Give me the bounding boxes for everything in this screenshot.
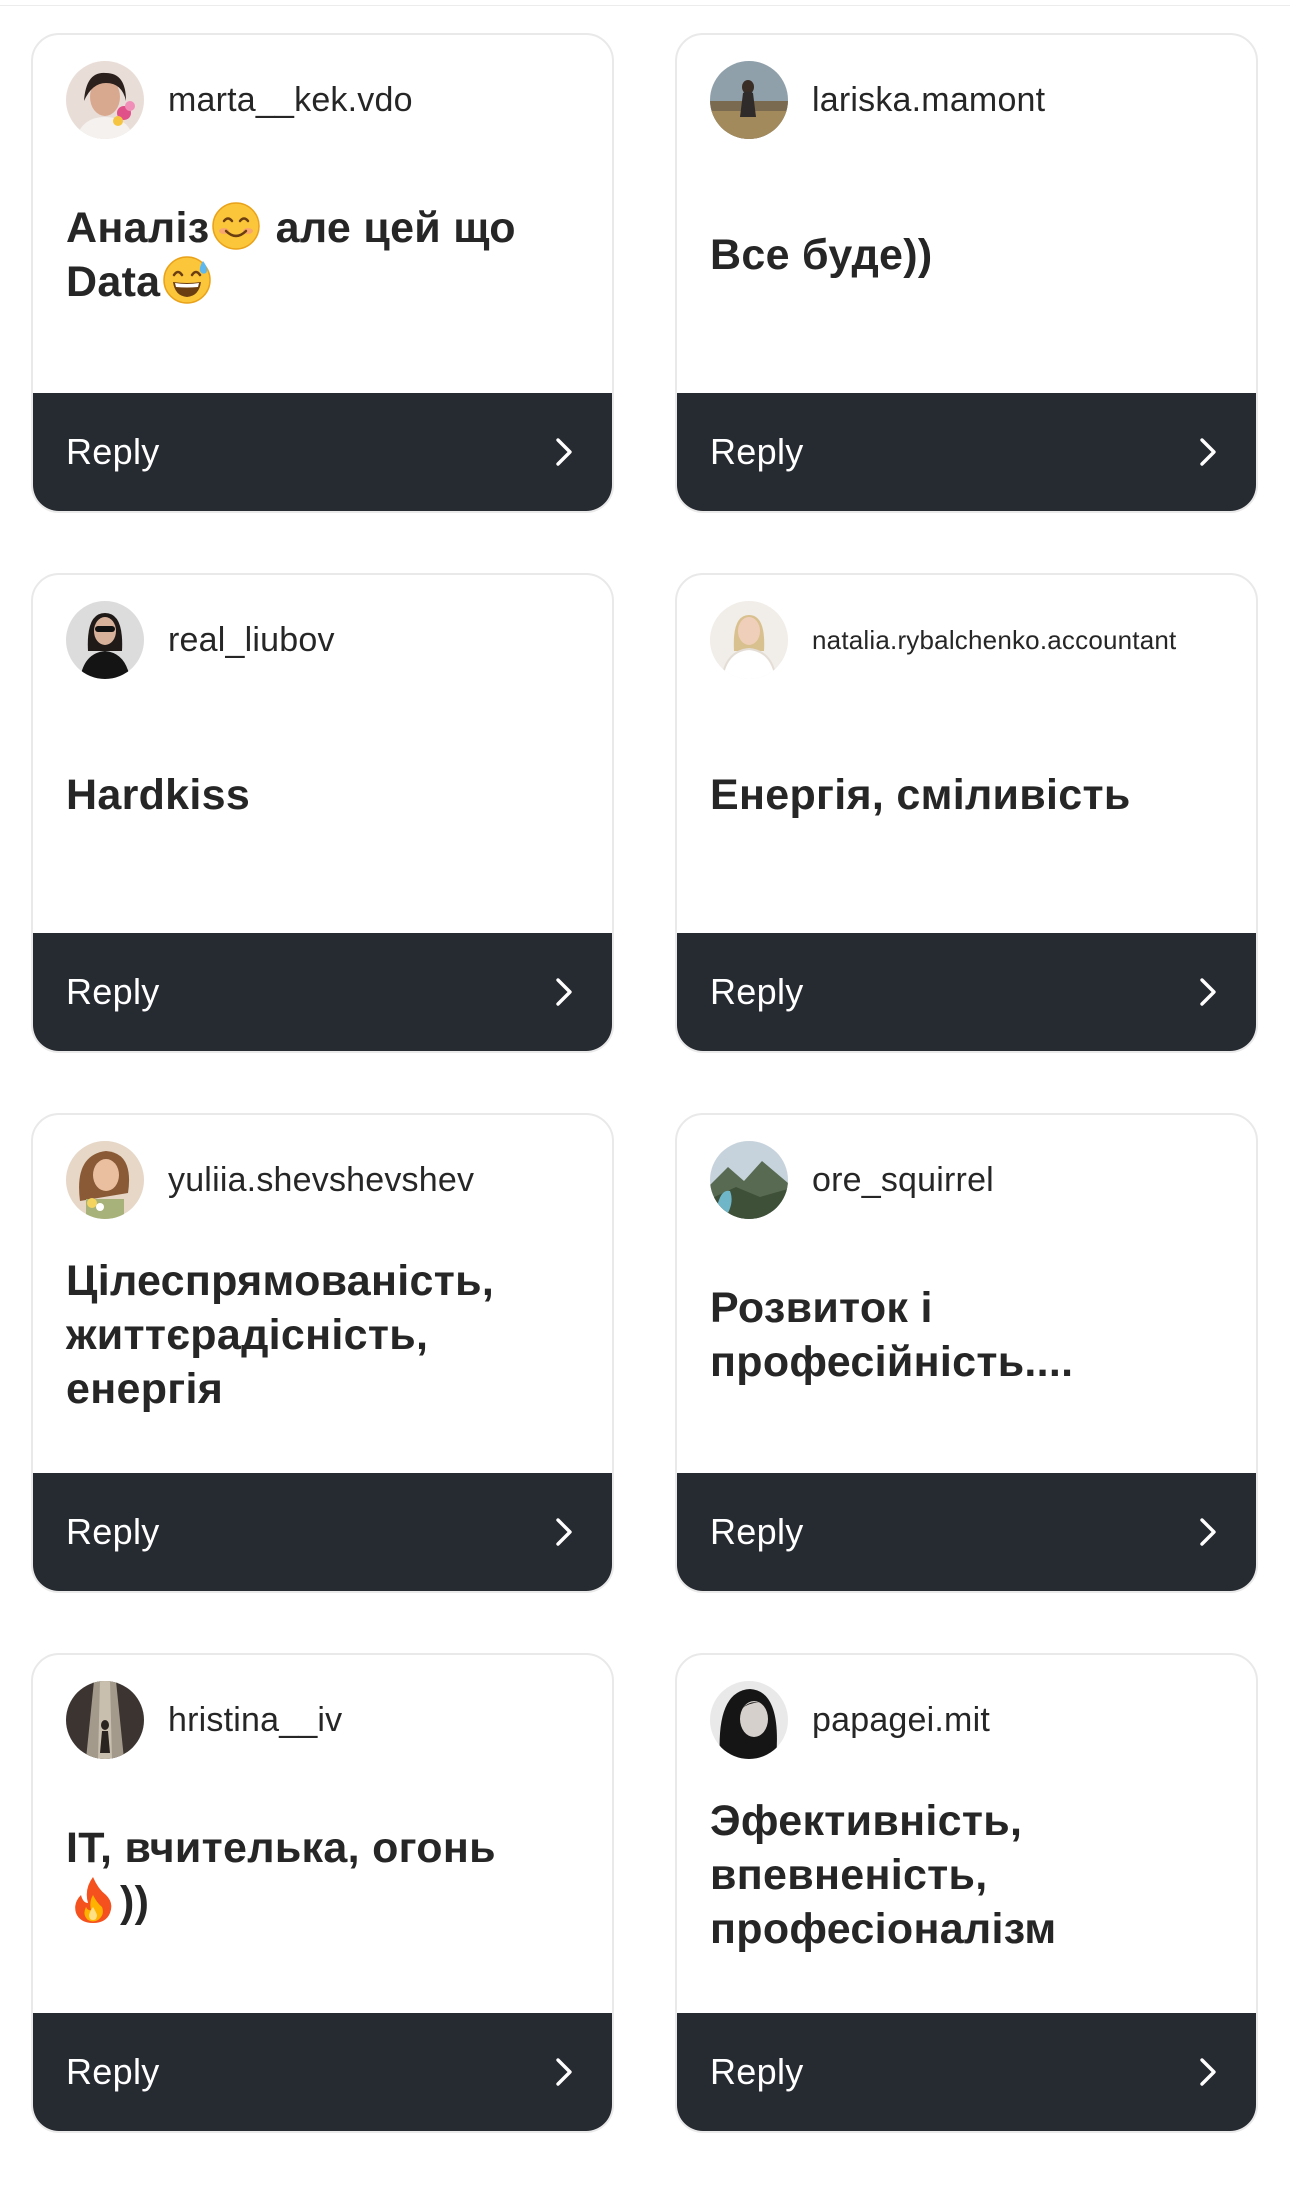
user-row: hristina__iv — [66, 1681, 582, 1759]
username[interactable]: hristina__iv — [168, 1701, 342, 1740]
user-row: papagei.mit — [710, 1681, 1226, 1759]
chevron-right-icon — [556, 2058, 572, 2086]
chevron-right-icon — [556, 1518, 572, 1546]
reply-label: Reply — [66, 431, 160, 472]
grinning-sweat-emoji-icon — [163, 256, 212, 304]
chevron-right-icon — [556, 438, 572, 466]
avatar[interactable] — [66, 61, 144, 139]
reply-card: lariska.mamont Все буде)) Reply — [675, 33, 1258, 513]
reply-label: Reply — [710, 431, 804, 472]
reply-button[interactable]: Reply — [677, 1473, 1256, 1591]
smiling-face-emoji-icon — [212, 202, 261, 250]
chevron-right-icon — [1200, 1518, 1216, 1546]
reply-message: Все буде)) — [710, 231, 933, 279]
message-text: )) — [120, 1878, 150, 1926]
story-replies-grid: marta__kek.vdo Аналіз але цей що Data Re… — [31, 33, 1258, 2133]
reply-card: real_liubov Hardkiss Reply — [31, 573, 614, 1053]
reply-card: hristina__iv IT, вчителька, огонь)) Repl… — [31, 1653, 614, 2133]
username[interactable]: papagei.mit — [812, 1701, 990, 1740]
reply-message: IT, вчителька, огонь)) — [66, 1821, 496, 1929]
reply-message: Эфективність, впевненість, професіоналіз… — [710, 1797, 1057, 1953]
reply-button[interactable]: Reply — [677, 933, 1256, 1051]
reply-button[interactable]: Reply — [677, 393, 1256, 511]
top-divider — [0, 0, 1290, 6]
user-row: lariska.mamont — [710, 61, 1226, 139]
chevron-right-icon — [1200, 978, 1216, 1006]
avatar[interactable] — [710, 1681, 788, 1759]
reply-label: Reply — [66, 1511, 160, 1552]
avatar[interactable] — [710, 1141, 788, 1219]
reply-message: Цілеспрямованість, життєрадісність, енер… — [66, 1257, 495, 1413]
username[interactable]: yuliia.shevshevshev — [168, 1161, 474, 1200]
reply-card: ore_squirrel Розвиток і професійність...… — [675, 1113, 1258, 1593]
avatar[interactable] — [710, 61, 788, 139]
reply-button[interactable]: Reply — [33, 1473, 612, 1591]
avatar[interactable] — [66, 1681, 144, 1759]
reply-label: Reply — [710, 1511, 804, 1552]
fire-emoji-icon — [75, 1877, 112, 1923]
reply-card: papagei.mit Эфективність, впевненість, п… — [675, 1653, 1258, 2133]
reply-label: Reply — [66, 2051, 160, 2092]
username[interactable]: lariska.mamont — [812, 81, 1045, 120]
chevron-right-icon — [1200, 438, 1216, 466]
avatar[interactable] — [66, 1141, 144, 1219]
chevron-right-icon — [556, 978, 572, 1006]
message-text: IT, вчителька, огонь — [66, 1824, 496, 1872]
message-text: Аналіз — [66, 204, 210, 252]
reply-message: Енергія, сміливість — [710, 771, 1131, 819]
reply-button[interactable]: Reply — [33, 933, 612, 1051]
reply-label: Reply — [66, 971, 160, 1012]
reply-message: Hardkiss — [66, 771, 251, 819]
reply-label: Reply — [710, 971, 804, 1012]
username[interactable]: marta__kek.vdo — [168, 81, 413, 120]
reply-message: Розвиток і професійність.... — [710, 1284, 1074, 1386]
user-row: yuliia.shevshevshev — [66, 1141, 582, 1219]
avatar[interactable] — [66, 601, 144, 679]
chevron-right-icon — [1200, 2058, 1216, 2086]
user-row: natalia.rybalchenko.accountant — [710, 601, 1226, 679]
reply-card: natalia.rybalchenko.accountant Енергія, … — [675, 573, 1258, 1053]
reply-label: Reply — [710, 2051, 804, 2092]
user-row: real_liubov — [66, 601, 582, 679]
reply-card: yuliia.shevshevshev Цілеспрямованість, ж… — [31, 1113, 614, 1593]
reply-button[interactable]: Reply — [677, 2013, 1256, 2131]
user-row: ore_squirrel — [710, 1141, 1226, 1219]
user-row: marta__kek.vdo — [66, 61, 582, 139]
reply-message: Аналіз але цей що Data — [66, 201, 582, 309]
reply-card: marta__kek.vdo Аналіз але цей що Data Re… — [31, 33, 614, 513]
reply-button[interactable]: Reply — [33, 2013, 612, 2131]
username[interactable]: real_liubov — [168, 621, 335, 660]
reply-button[interactable]: Reply — [33, 393, 612, 511]
username[interactable]: ore_squirrel — [812, 1161, 994, 1200]
avatar[interactable] — [710, 601, 788, 679]
username[interactable]: natalia.rybalchenko.accountant — [812, 625, 1176, 656]
